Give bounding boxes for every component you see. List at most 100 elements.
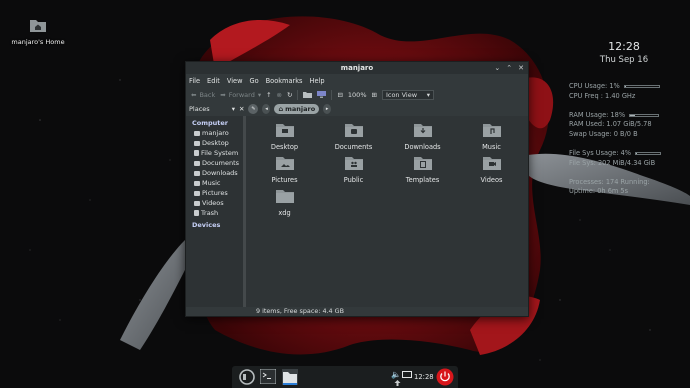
reload-button[interactable]: ↻ [287,91,292,99]
menu-help[interactable]: Help [309,77,324,85]
app-menu-icon[interactable] [238,369,256,385]
pictures-folder-icon [275,157,294,170]
uptime-text: Uptime: 0h 6m 5s [569,187,629,196]
taskbar-clock[interactable]: 12:28 [414,373,434,381]
file-item[interactable]: Desktop [250,120,319,153]
pictures-folder-icon [194,190,200,196]
fs-text: File Sys: 202 MiB/4.34 GiB [569,158,656,167]
computer-button[interactable] [317,91,327,98]
fs-usage-text: File Sys Usage: 4% [569,148,632,157]
forward-label: Forward [228,90,255,99]
file-item-label: Templates [405,176,440,184]
desktop-home-icon[interactable]: manjaro's Home [10,18,66,46]
update-notifier-icon[interactable] [394,380,401,386]
documents-folder-icon [344,124,363,137]
sidebar-item-manjaro[interactable]: manjaro [186,128,246,138]
menu-file[interactable]: File [189,77,200,85]
close-button[interactable]: ✕ [518,62,524,74]
close-sidebar-icon[interactable]: ✕ [239,105,244,113]
ram-usage-bar-fill [630,114,636,116]
places-dropdown-icon: ▾ [231,105,235,113]
file-item-label: Public [343,176,364,184]
templates-folder-icon [413,157,432,170]
chevron-down-icon: ▾ [426,90,430,99]
up-button[interactable]: ↑ [266,91,271,99]
sidebar-item-filesystem[interactable]: File System [186,148,246,158]
back-button[interactable]: ⬅ Back [191,91,215,99]
file-item[interactable]: Documents [319,120,388,153]
file-manager-window: manjaro ⌄ ⌃ ✕ File Edit View Go Bookmark… [185,61,529,317]
back-label: Back [199,90,216,99]
ram-used-text: RAM Used: 1.07 GiB/5.78 [569,120,652,129]
window-titlebar[interactable]: manjaro ⌄ ⌃ ✕ [186,62,528,74]
sidebar-item-label: Trash [201,209,219,217]
volume-icon[interactable]: 🔈 [391,370,401,379]
zoom-in-icon: ⊞ [371,90,377,99]
view-mode-select[interactable]: Icon View ▾ [381,89,434,100]
processes-row: Processes: 174 Running: [569,178,679,188]
file-item[interactable]: Templates [388,153,457,186]
power-icon[interactable] [436,368,454,386]
file-grid: Desktop Documents Downloads Music Pictures Pu… [250,120,526,219]
stop-button[interactable]: ⊗ [277,91,282,99]
zoom-out-button[interactable]: ⊟ [337,91,342,99]
window-content: Computer manjaro Desktop File System Doc… [186,116,528,316]
processes-text: Processes: 174 Running: [569,177,650,186]
back-arrow-icon: ⬅ [191,90,197,99]
sidebar-item-pictures[interactable]: Pictures [186,188,246,198]
sidebar-item-label: Videos [202,199,224,207]
cpu-usage-bar-fill [624,86,627,88]
toolbar-separator [297,89,299,100]
view-mode-value: Icon View [385,90,418,99]
menu-edit[interactable]: Edit [207,77,220,85]
places-selector[interactable]: Places ▾ [189,105,235,113]
file-item-label: Music [482,143,501,151]
minimize-button[interactable]: ⌄ [494,62,500,74]
path-button-current[interactable]: ⌂ manjaro [274,104,320,114]
folder-icon [275,190,294,203]
file-item[interactable]: Downloads [388,120,457,153]
documents-folder-icon [194,160,200,166]
swap-usage-text: Swap Usage: 0 B/0 B [569,130,638,139]
sidebar-item-videos[interactable]: Videos [186,198,246,208]
maximize-button[interactable]: ⌃ [506,62,512,74]
uptime-row: Uptime: 0h 6m 5s [569,187,679,197]
ram-usage-text: RAM Usage: 18% [569,110,626,119]
menu-go[interactable]: Go [249,77,258,85]
file-view: Desktop Documents Downloads Music Pictures Pu… [246,116,528,307]
toolbar: ⬅ Back ➡ Forward ▾ ↑ ⊗ ↻ ⊟ 100% ⊞ Icon V… [186,87,528,102]
sidebar-item-label: Desktop [202,139,229,147]
zoom-in-button[interactable]: ⊞ [372,91,377,99]
fs-usage-row: File Sys Usage: 4% [569,149,679,159]
path-scroll-left-button[interactable]: ◂ [262,104,271,114]
file-item-label: Documents [334,143,373,151]
file-item[interactable]: Pictures [250,153,319,186]
home-button[interactable] [303,91,313,98]
menu-view[interactable]: View [227,77,243,85]
places-label: Places [189,105,210,113]
path-scroll-right-button[interactable]: ▸ [323,104,332,114]
file-item[interactable]: xdg [250,186,319,219]
path-home-icon: ⌂ [278,105,284,113]
terminal-icon[interactable] [260,369,276,384]
forward-dropdown-icon: ▾ [257,90,262,99]
sidebar-item-downloads[interactable]: Downloads [186,168,246,178]
sidebar-item-documents[interactable]: Documents [186,158,246,168]
cpu-freq-row: CPU Freq : 1.40 GHz [569,92,679,102]
status-bar: 9 items, Free space: 4.4 GB [246,307,528,316]
edit-location-button[interactable]: ✎ [248,104,259,114]
videos-folder-icon [194,200,200,206]
forward-button[interactable]: ➡ Forward ▾ [220,91,261,99]
sidebar-item-label: File System [201,149,239,157]
sidebar-item-trash[interactable]: Trash [186,208,246,218]
file-item[interactable]: Public [319,153,388,186]
menu-bookmarks[interactable]: Bookmarks [266,77,303,85]
system-monitor-widget: 12:28 Thu Sep 16 CPU Usage: 1% CPU Freq … [569,40,679,197]
downloads-folder-icon [413,124,432,137]
sidebar-item-desktop[interactable]: Desktop [186,138,246,148]
file-item[interactable]: Videos [457,153,526,186]
file-item[interactable]: Music [457,120,526,153]
sidebar-item-music[interactable]: Music [186,178,246,188]
file-manager-taskbar-icon[interactable] [282,369,298,385]
network-icon[interactable] [402,371,412,379]
